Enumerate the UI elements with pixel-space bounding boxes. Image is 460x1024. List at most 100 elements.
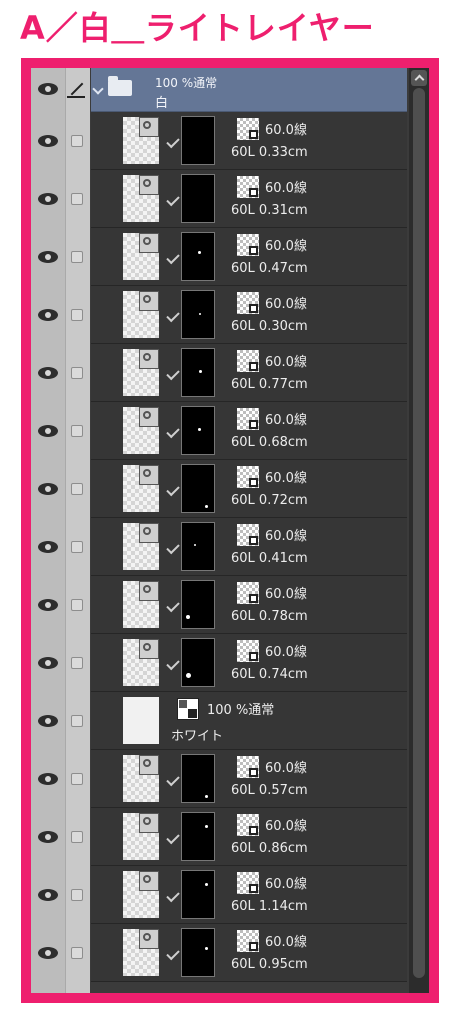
layer-meta: 60L 0.74cm (231, 667, 308, 682)
eye-icon[interactable] (38, 773, 58, 785)
layer-content[interactable]: 60.0線 60L 0.86cm (91, 808, 407, 866)
layer-content[interactable]: 60.0線 60L 0.47cm (91, 228, 407, 286)
lock-checkbox[interactable] (71, 483, 83, 495)
blend-mode-icon (237, 176, 259, 198)
layer-row[interactable]: 60.0線 60L 0.95cm (31, 924, 429, 982)
layer-meta: 60L 0.31cm (231, 203, 308, 218)
layer-meta: 60L 0.95cm (231, 957, 308, 972)
check-icon (166, 946, 180, 961)
layer-row[interactable]: 60.0線 60L 0.47cm (31, 228, 429, 286)
layer-content[interactable]: 60.0線 60L 0.30cm (91, 286, 407, 344)
lock-checkbox[interactable] (71, 831, 83, 843)
chevron-down-icon[interactable] (92, 83, 104, 95)
vector-layer-icon (139, 929, 159, 949)
lock-checkbox[interactable] (71, 367, 83, 379)
lock-checkbox[interactable] (71, 135, 83, 147)
layer-blend-label: 60.0線 (265, 123, 307, 138)
layer-mask-thumbnail (181, 464, 215, 513)
layer-row[interactable]: 60.0線 60L 0.77cm (31, 344, 429, 402)
layer-content[interactable]: 60.0線 60L 0.95cm (91, 924, 407, 982)
blend-mode-icon (237, 466, 259, 488)
layer-blend-label: 60.0線 (265, 877, 307, 892)
layer-row[interactable]: 60.0線 60L 0.57cm (31, 750, 429, 808)
vector-layer-icon (139, 639, 159, 659)
eye-icon[interactable] (38, 599, 58, 611)
layer-content[interactable]: 60.0線 60L 0.41cm (91, 518, 407, 576)
layer-row[interactable]: 60.0線 60L 0.78cm (31, 576, 429, 634)
layer-content[interactable]: 60.0線 60L 0.57cm (91, 750, 407, 808)
lock-checkbox[interactable] (71, 251, 83, 263)
scrollbar[interactable] (409, 68, 429, 993)
blend-mode-icon (237, 524, 259, 546)
lock-checkbox[interactable] (71, 425, 83, 437)
vector-layer-icon (139, 523, 159, 543)
eye-icon[interactable] (38, 83, 58, 95)
lock-checkbox[interactable] (71, 541, 83, 553)
layer-content[interactable]: 60.0線 60L 0.77cm (91, 344, 407, 402)
eye-icon[interactable] (38, 309, 58, 321)
eye-icon[interactable] (38, 367, 58, 379)
layer-content[interactable]: 60.0線 60L 0.68cm (91, 402, 407, 460)
blend-mode-icon (237, 872, 259, 894)
layer-row[interactable]: 60.0線 60L 0.72cm (31, 460, 429, 518)
eye-icon[interactable] (38, 541, 58, 553)
layer-row[interactable]: 60.0線 60L 0.86cm (31, 808, 429, 866)
lock-checkbox[interactable] (71, 889, 83, 901)
layer-content[interactable]: 60.0線 60L 0.33cm (91, 112, 407, 170)
layer-mask-thumbnail (181, 580, 215, 629)
lock-checkbox[interactable] (71, 599, 83, 611)
blend-mode-icon (237, 930, 259, 952)
layer-row[interactable]: 60.0線 60L 0.41cm (31, 518, 429, 576)
scrollbar-thumb[interactable] (413, 88, 425, 978)
layer-row[interactable]: 60.0線 60L 0.74cm (31, 634, 429, 692)
layer-row[interactable]: 60.0線 60L 0.68cm (31, 402, 429, 460)
scroll-up-icon[interactable] (411, 70, 427, 86)
folder-row[interactable]: 100 %通常 白 (31, 68, 429, 112)
blend-mode-icon (237, 814, 259, 836)
lock-checkbox[interactable] (71, 193, 83, 205)
eye-icon[interactable] (38, 135, 58, 147)
layer-mask-thumbnail (181, 290, 215, 339)
eye-icon[interactable] (38, 425, 58, 437)
lock-checkbox[interactable] (71, 657, 83, 669)
layer-meta: 60L 0.77cm (231, 377, 308, 392)
layer-row[interactable]: 60.0線 60L 0.30cm (31, 286, 429, 344)
layer-meta: 60L 0.33cm (231, 145, 308, 160)
layer-row[interactable]: 60.0線 60L 0.31cm (31, 170, 429, 228)
vector-layer-icon (139, 233, 159, 253)
layer-meta: 60L 0.57cm (231, 783, 308, 798)
check-icon (166, 424, 180, 439)
layer-content[interactable]: 60.0線 60L 1.14cm (91, 866, 407, 924)
lock-checkbox[interactable] (71, 947, 83, 959)
paper-layer-content[interactable]: 100 %通常 ホワイト (91, 692, 407, 750)
paper-layer-row[interactable]: 100 %通常 ホワイト (31, 692, 429, 750)
layer-mask-thumbnail (181, 754, 215, 803)
folder-content[interactable]: 100 %通常 白 (91, 68, 407, 112)
lock-checkbox[interactable] (71, 715, 83, 727)
layer-content[interactable]: 60.0線 60L 0.31cm (91, 170, 407, 228)
layer-content[interactable]: 60.0線 60L 0.72cm (91, 460, 407, 518)
layer-row[interactable]: 60.0線 60L 0.33cm (31, 112, 429, 170)
blend-mode-icon (237, 118, 259, 140)
page-title: A／白＿ライトレイヤー (20, 9, 375, 47)
eye-icon[interactable] (38, 947, 58, 959)
layer-content[interactable]: 60.0線 60L 0.78cm (91, 576, 407, 634)
lock-checkbox[interactable] (71, 309, 83, 321)
eye-icon[interactable] (38, 657, 58, 669)
eye-icon[interactable] (38, 193, 58, 205)
eye-icon[interactable] (38, 251, 58, 263)
eye-icon[interactable] (38, 715, 58, 727)
check-icon (166, 772, 180, 787)
layer-content[interactable]: 60.0線 60L 0.74cm (91, 634, 407, 692)
eye-icon[interactable] (38, 483, 58, 495)
vector-layer-icon (139, 813, 159, 833)
eye-icon[interactable] (38, 831, 58, 843)
eye-icon[interactable] (38, 889, 58, 901)
layer-mask-thumbnail (181, 116, 215, 165)
blend-mode-icon (237, 640, 259, 662)
pen-icon[interactable] (67, 96, 85, 98)
lock-checkbox[interactable] (71, 773, 83, 785)
vector-layer-icon (139, 465, 159, 485)
layer-row[interactable]: 60.0線 60L 1.14cm (31, 866, 429, 924)
layer-meta: 60L 0.47cm (231, 261, 308, 276)
